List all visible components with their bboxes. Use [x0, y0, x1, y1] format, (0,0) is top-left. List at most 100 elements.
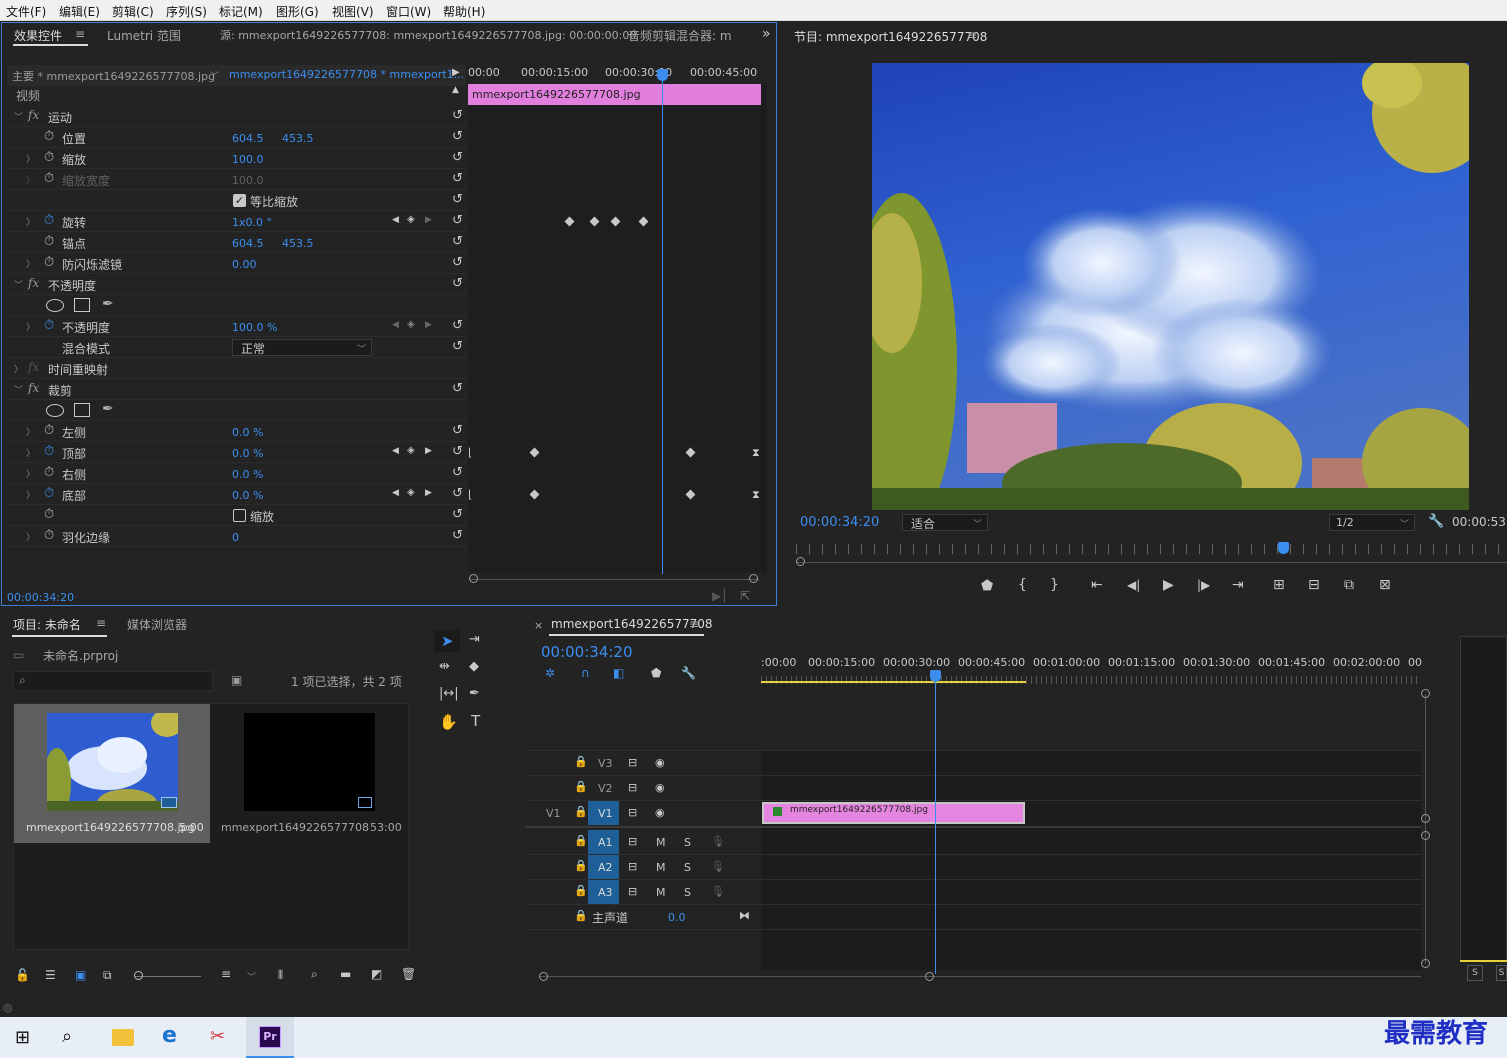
- ellipse-mask-icon[interactable]: [46, 299, 64, 312]
- chevron-right-icon[interactable]: 〉: [26, 425, 35, 438]
- tab-source[interactable]: 源: mmexport1649226577708: mmexport164922…: [220, 27, 636, 43]
- panel-menu-icon[interactable]: ≡: [967, 28, 977, 42]
- v-scroll-audio-top-handle[interactable]: [1421, 831, 1430, 840]
- new-bin-icon[interactable]: ▬: [340, 967, 351, 981]
- master-volume-value[interactable]: 0.0: [668, 911, 686, 924]
- chevron-right-icon[interactable]: 〉: [26, 257, 35, 270]
- chevron-right-icon[interactable]: 〉: [26, 488, 35, 501]
- panel-menu-icon[interactable]: ≡: [689, 617, 699, 631]
- stopwatch-active-icon[interactable]: ⏱: [44, 487, 54, 500]
- tab-media-browser[interactable]: 媒体浏览器: [127, 616, 187, 633]
- track-label[interactable]: A3: [598, 886, 613, 899]
- chevron-right-icon[interactable]: 〉: [26, 215, 35, 228]
- mute-button[interactable]: M: [656, 836, 666, 849]
- go-to-out-icon[interactable]: ⇥: [1232, 577, 1244, 593]
- ec-zoom-scrollbar[interactable]: [469, 579, 759, 580]
- program-video-frame[interactable]: [872, 63, 1469, 510]
- program-zoom-bar[interactable]: [796, 562, 1507, 563]
- timeline-settings-icon[interactable]: 🔧: [681, 666, 696, 680]
- sync-lock-icon[interactable]: ⊟: [628, 756, 637, 769]
- crop-left-value[interactable]: 0.0 %: [232, 426, 263, 439]
- menu-window[interactable]: 窗口(W): [386, 3, 431, 20]
- lock-icon[interactable]: 🔒: [574, 884, 588, 897]
- list-view-icon[interactable]: ☰: [45, 968, 56, 982]
- chevron-down-icon[interactable]: ﹀: [247, 970, 256, 983]
- sync-lock-icon[interactable]: ⊟: [628, 860, 637, 873]
- step-back-icon[interactable]: ◀|: [1127, 578, 1140, 592]
- mark-in-icon[interactable]: {: [1018, 577, 1027, 593]
- anti-flicker-value[interactable]: 0.00: [232, 258, 257, 271]
- reset-icon[interactable]: ↺: [452, 528, 463, 543]
- reset-icon[interactable]: ↺: [452, 213, 463, 228]
- reset-icon[interactable]: ↺: [452, 276, 463, 291]
- mic-icon[interactable]: 🎙: [711, 835, 725, 848]
- reset-icon[interactable]: ↺: [452, 465, 463, 480]
- pen-tool-icon[interactable]: ✒: [469, 686, 480, 701]
- razor-tool-icon[interactable]: ◆: [469, 659, 479, 674]
- solo-button[interactable]: S: [684, 886, 691, 899]
- menu-file[interactable]: 文件(F): [6, 3, 46, 20]
- solo-button[interactable]: S: [1467, 965, 1483, 981]
- freeform-view-icon[interactable]: ⧉: [103, 968, 112, 983]
- chevron-down-icon[interactable]: ﹀: [210, 69, 219, 82]
- lift-icon[interactable]: ⊞: [1273, 577, 1285, 593]
- program-playhead[interactable]: [1278, 542, 1289, 554]
- menu-marker[interactable]: 标记(M): [219, 3, 263, 20]
- file-explorer-icon[interactable]: [112, 1029, 134, 1046]
- feather-value[interactable]: 0: [232, 531, 239, 544]
- track-label[interactable]: V3: [598, 757, 613, 770]
- eye-icon[interactable]: ◉: [655, 756, 665, 769]
- menu-sequence[interactable]: 序列(S): [166, 3, 207, 20]
- stopwatch-icon[interactable]: ⏱: [44, 256, 54, 269]
- solo-button[interactable]: S: [684, 861, 691, 874]
- rectangle-mask-icon[interactable]: [74, 298, 90, 312]
- prev-keyframe-icon[interactable]: ◀: [392, 488, 399, 498]
- reset-icon[interactable]: ↺: [452, 234, 463, 249]
- next-keyframe-icon[interactable]: ▶: [425, 488, 432, 498]
- sequence-clip-label[interactable]: mmexport1649226577708 * mmexport1...: [229, 68, 464, 81]
- rectangle-mask-icon[interactable]: [74, 403, 90, 417]
- filter-icon[interactable]: ▶⎮: [712, 589, 727, 603]
- lock-icon[interactable]: 🔒: [574, 909, 588, 922]
- chevron-down-icon[interactable]: ﹀: [14, 383, 23, 396]
- stopwatch-icon[interactable]: ⏱: [44, 508, 54, 521]
- more-panels-icon[interactable]: »: [762, 26, 771, 42]
- v-scroll-bottom-handle[interactable]: [1421, 959, 1430, 968]
- sync-lock-icon[interactable]: ⊟: [628, 806, 637, 819]
- prev-keyframe-icon[interactable]: ◀: [392, 215, 399, 225]
- add-keyframe-icon[interactable]: ◈: [407, 487, 415, 498]
- timeline-timecode[interactable]: 00:00:34:20: [541, 643, 633, 661]
- reset-icon[interactable]: ↺: [452, 444, 463, 459]
- add-marker-icon[interactable]: ⬟: [651, 666, 661, 680]
- position-y-value[interactable]: 453.5: [282, 132, 314, 145]
- effect-opacity[interactable]: ﹀ fx 不透明度 ↺: [8, 274, 466, 295]
- mute-button[interactable]: M: [656, 886, 666, 899]
- track-label[interactable]: V2: [598, 782, 613, 795]
- master-clip-label[interactable]: 主要 * mmexport1649226577708.jpg: [12, 68, 215, 84]
- stopwatch-icon[interactable]: ⏱: [44, 151, 54, 164]
- chevron-right-icon[interactable]: 〉: [26, 446, 35, 459]
- go-to-in-icon[interactable]: ⇤: [1091, 577, 1103, 593]
- menu-clip[interactable]: 剪辑(C): [112, 3, 154, 20]
- track-label[interactable]: A2: [598, 861, 613, 874]
- sync-lock-icon[interactable]: ⊟: [628, 781, 637, 794]
- solo-button[interactable]: S: [684, 836, 691, 849]
- add-marker-icon[interactable]: ⬟: [981, 578, 993, 594]
- reset-icon[interactable]: ↺: [452, 255, 463, 270]
- solo-button[interactable]: S: [1496, 965, 1507, 981]
- zoom-slider[interactable]: [135, 976, 201, 977]
- step-forward-icon[interactable]: |▶: [1197, 578, 1210, 592]
- track-area[interactable]: [761, 750, 1421, 970]
- type-tool-icon[interactable]: T: [471, 712, 480, 730]
- zoom-slider-handle[interactable]: [134, 971, 143, 980]
- fx-icon[interactable]: fx: [28, 276, 39, 290]
- menu-help[interactable]: 帮助(H): [443, 3, 485, 20]
- prev-keyframe-icon[interactable]: ◀: [392, 320, 399, 330]
- next-keyframe-icon[interactable]: ▶: [425, 320, 432, 330]
- eye-icon[interactable]: ◉: [655, 806, 665, 819]
- menu-view[interactable]: 视图(V): [332, 3, 374, 20]
- automate-icon[interactable]: ⫴: [278, 968, 283, 983]
- delete-icon[interactable]: 🗑: [401, 967, 416, 981]
- stopwatch-active-icon[interactable]: ⏱: [44, 445, 54, 458]
- crop-bottom-value[interactable]: 0.0 %: [232, 489, 263, 502]
